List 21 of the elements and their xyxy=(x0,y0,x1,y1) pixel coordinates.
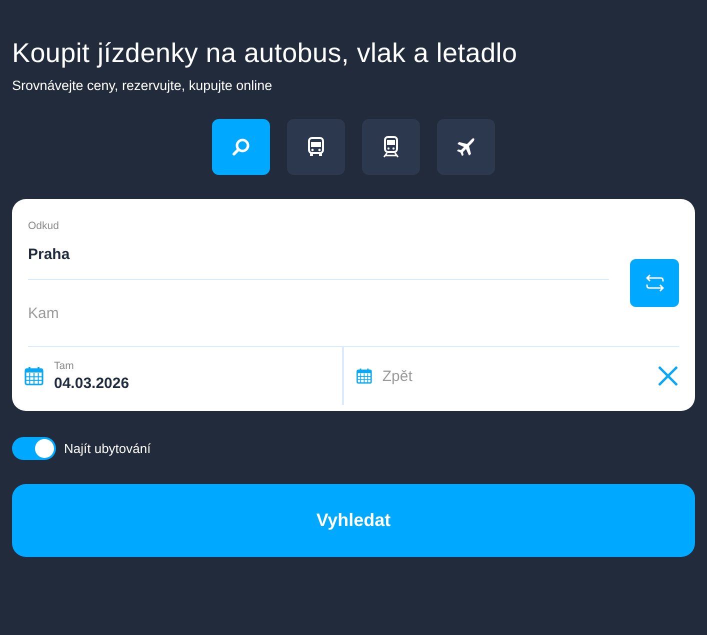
transport-tab[interactable] xyxy=(287,119,345,175)
airplane-icon xyxy=(456,137,476,157)
calendar-icon xyxy=(356,366,372,386)
search-icon xyxy=(231,137,251,157)
train-icon xyxy=(382,136,400,158)
swap-button[interactable] xyxy=(630,258,679,306)
accommodation-toggle[interactable] xyxy=(12,437,56,460)
calendar-icon xyxy=(24,366,44,386)
clear-button[interactable] xyxy=(657,365,679,387)
return-date-field[interactable]: Zpět xyxy=(382,368,647,384)
toggle-label: Najít ubytování xyxy=(64,441,151,456)
transport-tab[interactable] xyxy=(437,119,495,175)
page-subtitle: Srovnávejte ceny, rezervujte, kupujte online xyxy=(12,78,274,93)
to-field[interactable]: Kam xyxy=(28,304,609,322)
from-field[interactable]: Odkud Praha xyxy=(28,219,609,280)
swap-icon xyxy=(644,274,664,292)
close-icon xyxy=(657,365,679,387)
transport-tab[interactable] xyxy=(362,119,420,175)
departure-date-field[interactable]: Tam 04.03.2026 xyxy=(24,347,344,405)
page-title: Koupit jízdenky na autobus, vlak a letadlo xyxy=(12,37,518,70)
bus-icon xyxy=(307,137,325,157)
